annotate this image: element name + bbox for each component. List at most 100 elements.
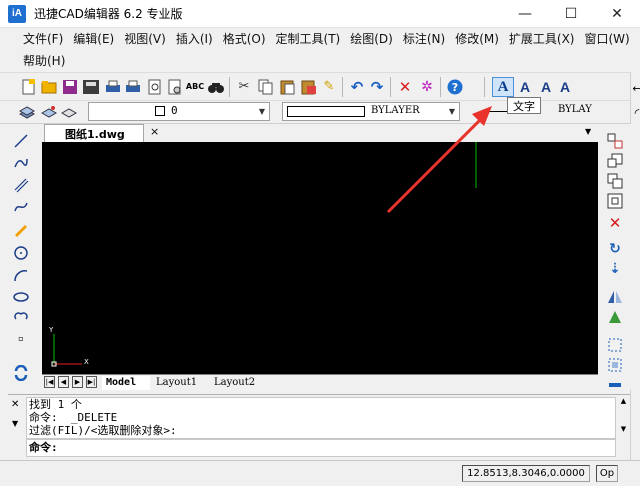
insert-block-icon[interactable]: [606, 152, 624, 170]
delete-icon[interactable]: ✕: [396, 78, 414, 96]
plot-icon[interactable]: [124, 78, 142, 96]
close-icon[interactable]: ✕: [11, 399, 19, 410]
text-style-icon[interactable]: A: [556, 78, 574, 96]
drawing-canvas[interactable]: Y X: [42, 142, 598, 374]
ellipse-icon[interactable]: [12, 288, 30, 306]
command-scrollbar[interactable]: ▲ ▼: [618, 397, 629, 439]
polyline-icon[interactable]: [12, 154, 30, 172]
svg-text:?: ?: [452, 81, 458, 94]
text-edit-icon[interactable]: A: [537, 78, 555, 96]
chevron-down-icon[interactable]: ▼: [445, 103, 459, 120]
menu-draw[interactable]: 绘图(D): [345, 28, 398, 50]
scroll-down-icon[interactable]: ▼: [618, 425, 629, 433]
menu-window[interactable]: 窗口(W): [580, 28, 635, 50]
paste-special-icon[interactable]: [300, 78, 318, 96]
new-file-icon[interactable]: [20, 78, 38, 96]
block-icon[interactable]: [606, 132, 624, 150]
save-icon[interactable]: [61, 78, 79, 96]
array-icon[interactable]: [606, 308, 624, 326]
multiline-icon[interactable]: [12, 176, 30, 194]
erase-icon[interactable]: ✕: [606, 214, 624, 232]
arc-icon[interactable]: ◜: [628, 104, 640, 122]
mirror-icon[interactable]: [606, 288, 624, 306]
minimize-button[interactable]: —: [502, 0, 548, 28]
redo-icon[interactable]: ↷: [368, 78, 386, 96]
page-setup-icon[interactable]: [166, 78, 184, 96]
layer-dropdown[interactable]: 0 ▼: [88, 102, 270, 121]
regenerate-icon[interactable]: [12, 364, 30, 382]
copy-object-icon[interactable]: [606, 172, 624, 190]
menu-modify[interactable]: 修改(M): [450, 28, 504, 50]
menu-edit[interactable]: 编辑(E): [68, 28, 119, 50]
layer-manager-icon[interactable]: [18, 103, 36, 121]
color-swatch: [287, 106, 365, 117]
tab-layout2[interactable]: Layout2: [210, 376, 266, 390]
help-icon[interactable]: ?: [446, 78, 464, 96]
toolbar-separator: [440, 77, 441, 97]
spline-icon[interactable]: [12, 198, 30, 216]
modify-toolbar: ✕ ↻ ⇣: [602, 124, 640, 390]
sketch-icon[interactable]: [12, 220, 30, 238]
stretch-icon[interactable]: [606, 336, 624, 354]
explode-icon[interactable]: ✲: [418, 78, 436, 96]
spell-check-icon[interactable]: ABC: [186, 78, 204, 96]
tab-model[interactable]: Model: [102, 376, 150, 390]
arc-icon[interactable]: [12, 266, 30, 284]
trim-icon[interactable]: [606, 376, 624, 394]
find-icon[interactable]: [207, 78, 225, 96]
menu-file[interactable]: 文件(F): [18, 28, 68, 50]
save-all-icon[interactable]: [82, 78, 100, 96]
color-dropdown[interactable]: BYLAYER ▼: [282, 102, 460, 121]
tab-list-chevron-down-icon[interactable]: ▼: [585, 127, 591, 136]
command-window: ✕ ▼ 找到 1 个 命令: _DELETE 过滤(FIL)/<选取删除对象>:…: [8, 394, 630, 458]
maximize-button[interactable]: ☐: [548, 0, 594, 28]
pin-chevron-down-icon[interactable]: ▼: [12, 419, 18, 428]
toolbar-separator: [484, 77, 485, 97]
ucs-x-label: X: [84, 358, 89, 366]
open-folder-icon[interactable]: [40, 78, 58, 96]
menu-extend-tools[interactable]: 扩展工具(X): [504, 28, 580, 50]
toolbar-separator: [390, 77, 391, 97]
document-tab[interactable]: 图纸1.dwg: [44, 124, 144, 142]
close-button[interactable]: ✕: [594, 0, 640, 28]
chevron-down-icon[interactable]: ▼: [255, 103, 269, 120]
first-tab-icon[interactable]: |◀: [44, 376, 55, 388]
single-line-text-icon[interactable]: A: [516, 78, 534, 96]
undo-icon[interactable]: ↶: [348, 78, 366, 96]
paste-icon[interactable]: [279, 78, 297, 96]
print-icon[interactable]: [104, 78, 122, 96]
command-input[interactable]: 命令:: [26, 439, 616, 457]
copy-icon[interactable]: [257, 78, 275, 96]
op-button[interactable]: Op: [596, 465, 618, 482]
text-tool-button[interactable]: A: [492, 77, 514, 97]
point-icon[interactable]: ▫: [12, 330, 30, 348]
menu-dimension[interactable]: 标注(N): [398, 28, 450, 50]
offset-icon[interactable]: [606, 192, 624, 210]
layer-previous-icon[interactable]: [40, 103, 58, 121]
linetype-value: BYLAY: [558, 104, 592, 115]
menu-help[interactable]: 帮助(H): [18, 50, 70, 72]
line-icon[interactable]: [12, 132, 30, 150]
arrow-left-icon[interactable]: ←: [628, 80, 640, 98]
move-icon[interactable]: ⇣: [606, 260, 624, 278]
cut-icon[interactable]: ✂: [235, 78, 253, 96]
scroll-up-icon[interactable]: ▲: [618, 397, 629, 405]
menu-custom-tools[interactable]: 定制工具(T): [271, 28, 346, 50]
menu-view[interactable]: 视图(V): [119, 28, 171, 50]
menu-format[interactable]: 格式(O): [218, 28, 271, 50]
last-tab-icon[interactable]: ▶|: [86, 376, 97, 388]
revcloud-icon[interactable]: [12, 308, 30, 326]
tab-layout1[interactable]: Layout1: [152, 376, 204, 390]
prev-tab-icon[interactable]: ◀: [58, 376, 69, 388]
scale-icon[interactable]: [606, 356, 624, 374]
next-tab-icon[interactable]: ▶: [72, 376, 83, 388]
circle-icon[interactable]: [12, 244, 30, 262]
match-properties-icon[interactable]: ✎: [320, 78, 338, 96]
rotate-icon[interactable]: ↻: [606, 240, 624, 258]
window-title: 迅捷CAD编辑器 6.2 专业版: [34, 7, 183, 21]
menu-insert[interactable]: 插入(I): [171, 28, 218, 50]
close-document-icon[interactable]: ×: [150, 125, 159, 138]
document-title: 图纸1.dwg: [65, 127, 125, 141]
layer-state-icon[interactable]: [60, 103, 78, 121]
print-preview-icon[interactable]: [146, 78, 164, 96]
